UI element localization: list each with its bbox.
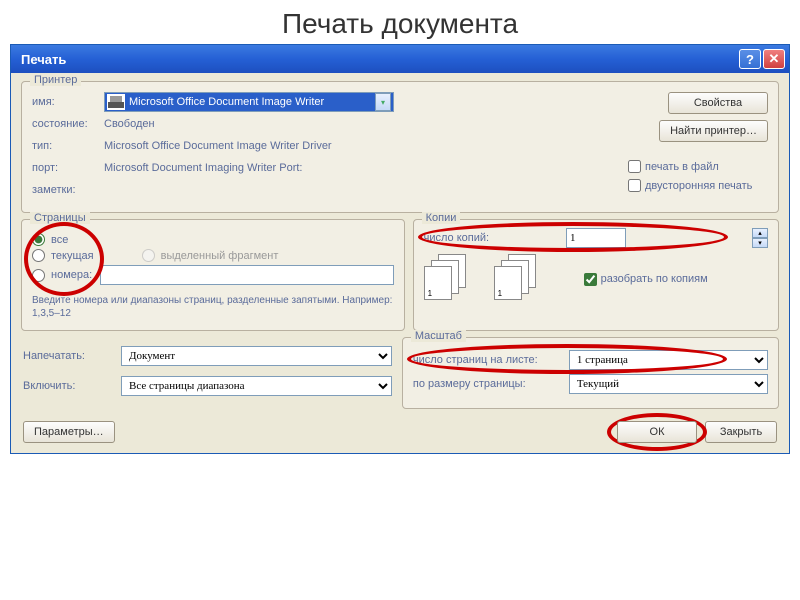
printer-icon bbox=[107, 94, 125, 110]
pages-group-title: Страницы bbox=[30, 212, 90, 224]
pages-numbers-input[interactable] bbox=[100, 265, 393, 285]
pages-current-radio[interactable] bbox=[32, 249, 45, 262]
options-button[interactable]: Параметры… bbox=[23, 421, 115, 443]
printer-name-value: Microsoft Office Document Image Writer bbox=[129, 96, 324, 108]
collate-preview-2: 3 2 1 bbox=[494, 254, 544, 304]
fit-to-page-select[interactable]: Текущий bbox=[569, 374, 768, 394]
printer-port-value: Microsoft Document Imaging Writer Port: bbox=[104, 162, 302, 174]
titlebar: Печать ? ✕ bbox=[11, 45, 789, 73]
duplex-checkbox[interactable] bbox=[628, 179, 641, 192]
printer-group: Принтер имя: Microsoft Office Document I… bbox=[21, 81, 779, 213]
window-close-button[interactable]: ✕ bbox=[763, 49, 785, 69]
dialog-footer: Параметры… ОК Закрыть bbox=[21, 415, 779, 445]
printer-group-title: Принтер bbox=[30, 74, 81, 86]
copies-group-title: Копии bbox=[422, 212, 461, 224]
printer-status-value: Свободен bbox=[104, 118, 155, 130]
collate-preview-1: 3 2 1 bbox=[424, 254, 474, 304]
copies-count-label: число копий: bbox=[424, 232, 489, 244]
printer-status-label: состояние: bbox=[32, 118, 104, 130]
print-to-file-label: печать в файл bbox=[645, 161, 719, 173]
page-heading: Печать документа bbox=[0, 0, 800, 44]
print-what-select[interactable]: Документ bbox=[121, 346, 392, 366]
print-to-file-checkbox[interactable] bbox=[628, 160, 641, 173]
include-select[interactable]: Все страницы диапазона bbox=[121, 376, 392, 396]
copies-spin-down[interactable]: ▾ bbox=[752, 238, 768, 248]
scale-group: Масштаб число страниц на листе: 1 страни… bbox=[402, 337, 779, 409]
copies-spin-up[interactable]: ▴ bbox=[752, 228, 768, 238]
copies-count-input[interactable] bbox=[566, 228, 626, 248]
pages-per-sheet-label: число страниц на листе: bbox=[413, 354, 563, 366]
printer-type-value: Microsoft Office Document Image Writer D… bbox=[104, 140, 332, 152]
titlebar-text: Печать bbox=[21, 52, 737, 67]
printer-port-label: порт: bbox=[32, 162, 104, 174]
pages-hint: Введите номера или диапазоны страниц, ра… bbox=[32, 294, 394, 320]
print-what-label: Напечатать: bbox=[23, 350, 115, 362]
fit-to-page-label: по размеру страницы: bbox=[413, 378, 563, 390]
pages-group: Страницы все текущая выделенный фрагмент… bbox=[21, 219, 405, 331]
ok-button[interactable]: ОК bbox=[617, 421, 697, 443]
copies-group: Копии число копий: ▴ ▾ 3 bbox=[413, 219, 779, 331]
scale-group-title: Масштаб bbox=[411, 330, 466, 342]
close-button[interactable]: Закрыть bbox=[705, 421, 777, 443]
printer-notes-label: заметки: bbox=[32, 184, 104, 196]
pages-per-sheet-select[interactable]: 1 страница bbox=[569, 350, 768, 370]
include-label: Включить: bbox=[23, 380, 115, 392]
find-printer-button[interactable]: Найти принтер… bbox=[659, 120, 768, 142]
properties-button[interactable]: Свойства bbox=[668, 92, 768, 114]
print-dialog: Печать ? ✕ Принтер имя: Microsoft Office… bbox=[10, 44, 790, 454]
printer-type-label: тип: bbox=[32, 140, 104, 152]
pages-all-radio[interactable] bbox=[32, 233, 45, 246]
pages-numbers-label: номера: bbox=[51, 269, 92, 281]
chevron-down-icon[interactable]: ▾ bbox=[375, 93, 391, 111]
pages-selection-label: выделенный фрагмент bbox=[161, 250, 279, 262]
printer-name-label: имя: bbox=[32, 96, 104, 108]
pages-current-label: текущая bbox=[51, 250, 94, 262]
pages-numbers-radio[interactable] bbox=[32, 269, 45, 282]
pages-all-label: все bbox=[51, 234, 68, 246]
collate-label: разобрать по копиям bbox=[601, 273, 708, 285]
dialog-body: Принтер имя: Microsoft Office Document I… bbox=[11, 73, 789, 453]
printer-select[interactable]: Microsoft Office Document Image Writer ▾ bbox=[104, 92, 394, 112]
duplex-label: двусторонняя печать bbox=[645, 180, 752, 192]
collate-checkbox[interactable] bbox=[584, 273, 597, 286]
help-button[interactable]: ? bbox=[739, 49, 761, 69]
pages-selection-radio bbox=[142, 249, 155, 262]
